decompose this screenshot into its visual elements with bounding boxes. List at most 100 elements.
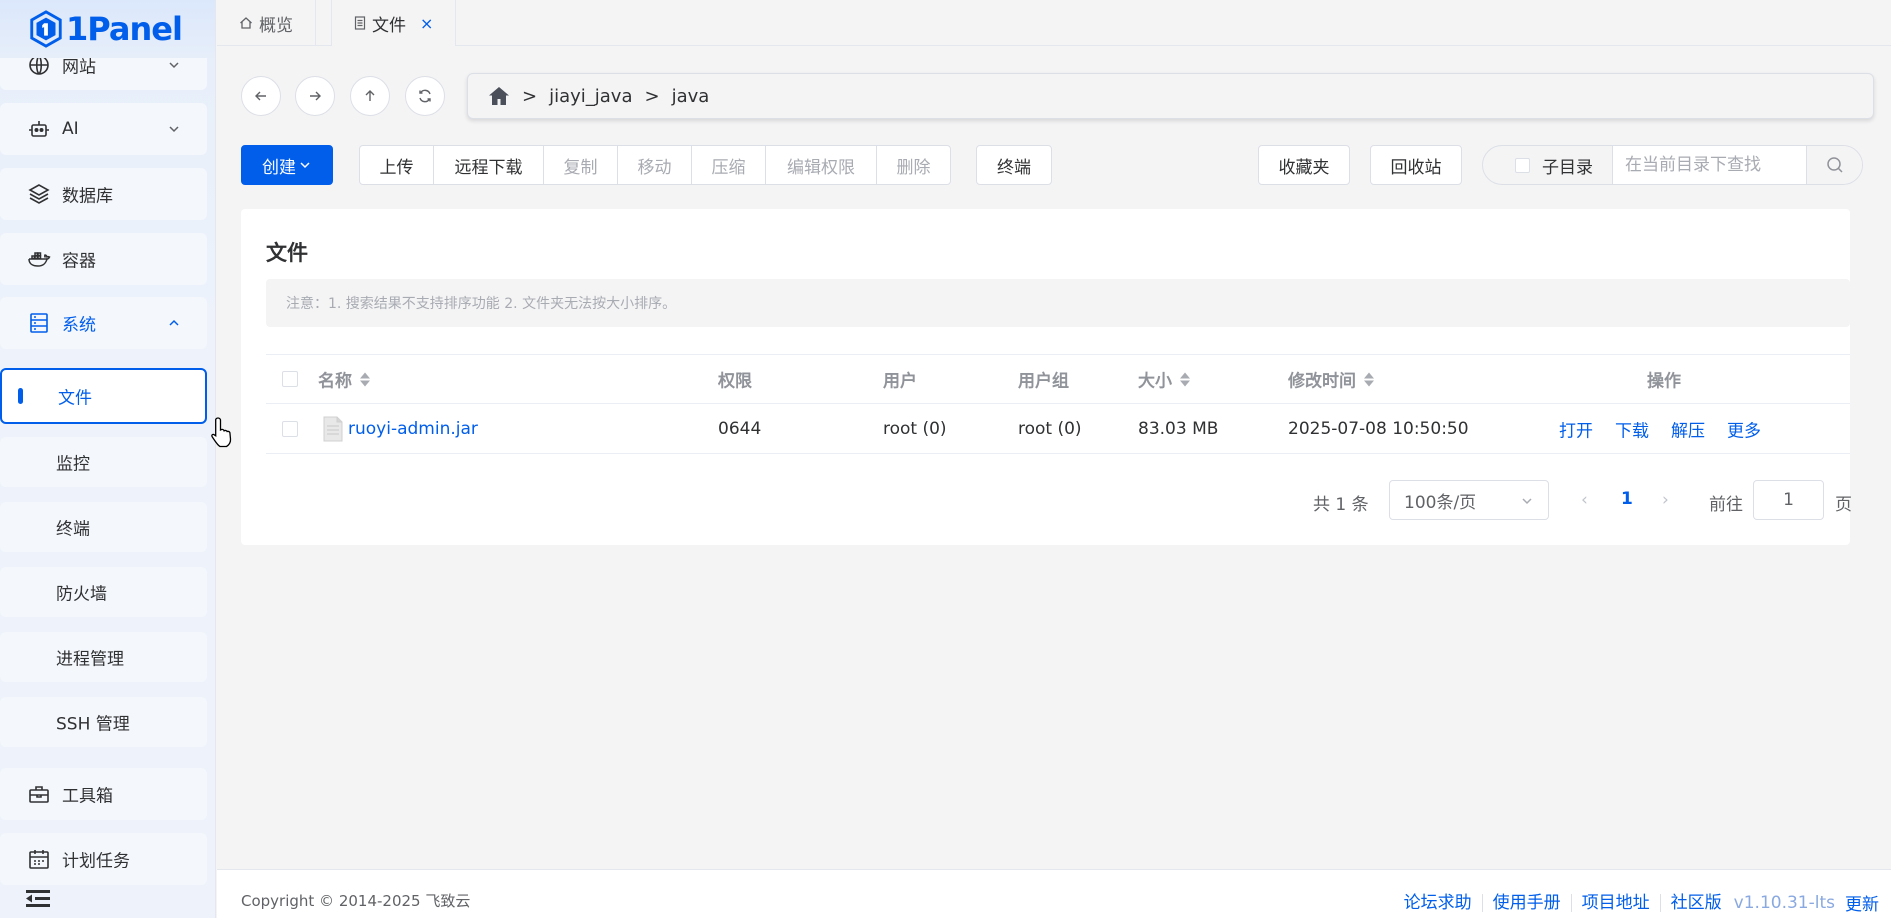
upload-button[interactable]: 上传 — [359, 145, 434, 185]
update-link[interactable]: 更新 — [1845, 890, 1879, 915]
sidebar-item-container[interactable]: 容器 — [0, 233, 207, 285]
delete-label: 删除 — [896, 157, 931, 178]
cell-value: 0644 — [718, 418, 762, 439]
page-size-select[interactable]: 100条/页 — [1389, 480, 1549, 520]
column-permission: 权限 — [718, 367, 752, 392]
file-icon — [354, 16, 366, 30]
app-logo[interactable]: 1Panel — [0, 0, 215, 58]
sidebar-item-label: 数据库 — [62, 186, 113, 207]
file-icon — [323, 416, 343, 441]
favorites-button[interactable]: 收藏夹 — [1258, 145, 1350, 185]
sidebar-item-database[interactable]: 数据库 — [0, 168, 207, 220]
collapse-menu-icon[interactable] — [26, 888, 52, 910]
footer-links: 论坛求助 使用手册 项目地址 社区版 v1.10.31-lts 更新 — [1394, 890, 1879, 916]
select-all-checkbox[interactable] — [282, 371, 298, 387]
chevron-down-icon — [169, 62, 179, 69]
compress-button[interactable]: 压缩 — [691, 145, 766, 185]
create-button[interactable]: 创建 — [241, 145, 333, 185]
next-page-button[interactable]: › — [1662, 490, 1669, 510]
edit-permissions-button[interactable]: 编辑权限 — [765, 145, 877, 185]
remote-download-label: 远程下载 — [454, 157, 523, 178]
more-button[interactable]: 更多 — [1727, 416, 1761, 441]
sidebar-item-firewall[interactable]: 防火墙 — [0, 567, 207, 617]
breadcrumb-segment[interactable]: java — [672, 86, 710, 107]
delete-button[interactable]: 删除 — [876, 145, 951, 185]
open-button[interactable]: 打开 — [1559, 416, 1593, 441]
goto-page-input[interactable] — [1753, 480, 1824, 520]
project-link[interactable]: 项目地址 — [1572, 893, 1661, 912]
sort-icon[interactable] — [1180, 371, 1190, 387]
sidebar-item-toolbox[interactable]: 工具箱 — [0, 768, 207, 820]
terminal-label: 终端 — [997, 157, 1031, 178]
chevron-down-icon — [300, 162, 310, 169]
sidebar: 网站 1Panel AI 数据库 容器 系统 文件 监控 终端 防火墙 进程管理… — [0, 0, 216, 918]
sidebar-item-cron[interactable]: 计划任务 — [0, 833, 207, 885]
extract-button[interactable]: 解压 — [1671, 416, 1705, 441]
sidebar-item-process[interactable]: 进程管理 — [0, 632, 207, 682]
version-label: v1.10.31-lts — [1733, 892, 1835, 913]
chevron-up-icon — [169, 319, 179, 326]
forward-button[interactable] — [295, 76, 335, 116]
server-icon — [30, 313, 48, 333]
copy-button[interactable]: 复制 — [543, 145, 618, 185]
sidebar-item-files[interactable]: 文件 — [0, 368, 207, 424]
home-icon[interactable] — [488, 86, 510, 106]
back-button[interactable] — [241, 76, 281, 116]
close-icon[interactable]: × — [420, 14, 433, 33]
row-actions: 打开 下载 解压 更多 — [1559, 416, 1783, 441]
subdir-checkbox[interactable]: 子目录 — [1483, 146, 1613, 184]
edition-link[interactable]: 社区版 — [1661, 894, 1732, 912]
sidebar-item-monitor[interactable]: 监控 — [0, 437, 207, 487]
file-name[interactable]: ruoyi-admin.jar — [322, 416, 478, 442]
search-button[interactable] — [1806, 146, 1862, 184]
sidebar-item-ai[interactable]: AI — [0, 103, 207, 155]
terminal-button[interactable]: 终端 — [976, 145, 1052, 185]
sidebar-item-terminal[interactable]: 终端 — [0, 502, 207, 552]
tab-overview[interactable]: 概览 — [217, 0, 316, 46]
column-label: 用户组 — [1018, 371, 1069, 392]
download-button[interactable]: 下载 — [1615, 416, 1649, 441]
page-label: 页 — [1835, 495, 1852, 515]
tab-label: 概览 — [259, 15, 293, 36]
upload-label: 上传 — [379, 157, 414, 178]
column-size[interactable]: 大小 — [1138, 367, 1190, 392]
docs-link[interactable]: 使用手册 — [1483, 893, 1572, 912]
breadcrumb-separator: > — [644, 85, 660, 107]
page-number-current[interactable]: 1 — [1621, 489, 1633, 509]
cell-value: 2025-07-08 10:50:50 — [1288, 418, 1469, 439]
chevron-down-icon — [169, 126, 179, 133]
sort-icon[interactable] — [360, 371, 370, 387]
forum-link[interactable]: 论坛求助 — [1394, 893, 1483, 912]
recycle-bin-button[interactable]: 回收站 — [1370, 145, 1462, 185]
toolbox-icon — [29, 786, 49, 803]
column-label: 名称 — [318, 371, 352, 392]
remote-download-button[interactable]: 远程下载 — [433, 145, 544, 185]
sidebar-item-label: 文件 — [58, 388, 92, 409]
chevron-down-icon — [1522, 498, 1532, 505]
sort-icon[interactable] — [1364, 371, 1374, 387]
calendar-icon — [29, 850, 49, 869]
move-button[interactable]: 移动 — [617, 145, 692, 185]
column-modified[interactable]: 修改时间 — [1288, 367, 1374, 392]
mouse-cursor-icon — [211, 417, 232, 448]
breadcrumb-segment[interactable]: jiayi_java — [549, 86, 632, 107]
sidebar-item-system[interactable]: 系统 — [0, 297, 207, 349]
search-input[interactable] — [1613, 146, 1807, 184]
file-name-link[interactable]: ruoyi-admin.jar — [348, 419, 478, 439]
prev-page-button[interactable]: ‹ — [1581, 490, 1588, 510]
sidebar-item-ssh[interactable]: SSH 管理 — [0, 697, 207, 747]
sidebar-item-label: 防火墙 — [56, 584, 107, 605]
file-permission[interactable]: 0644 — [718, 419, 761, 439]
edit-permissions-label: 编辑权限 — [787, 157, 855, 178]
selected-indicator — [18, 388, 23, 404]
parent-dir-button[interactable] — [350, 76, 390, 116]
tab-files[interactable]: 文件 × — [331, 0, 457, 46]
compress-label: 压缩 — [711, 157, 746, 178]
checkbox[interactable] — [1515, 157, 1530, 173]
search-group: 子目录 — [1482, 145, 1863, 185]
refresh-button[interactable] — [405, 76, 445, 116]
column-name[interactable]: 名称 — [318, 367, 370, 392]
row-checkbox[interactable] — [282, 420, 298, 437]
column-label: 修改时间 — [1288, 371, 1356, 392]
page-size-value: 100条/页 — [1404, 492, 1477, 513]
